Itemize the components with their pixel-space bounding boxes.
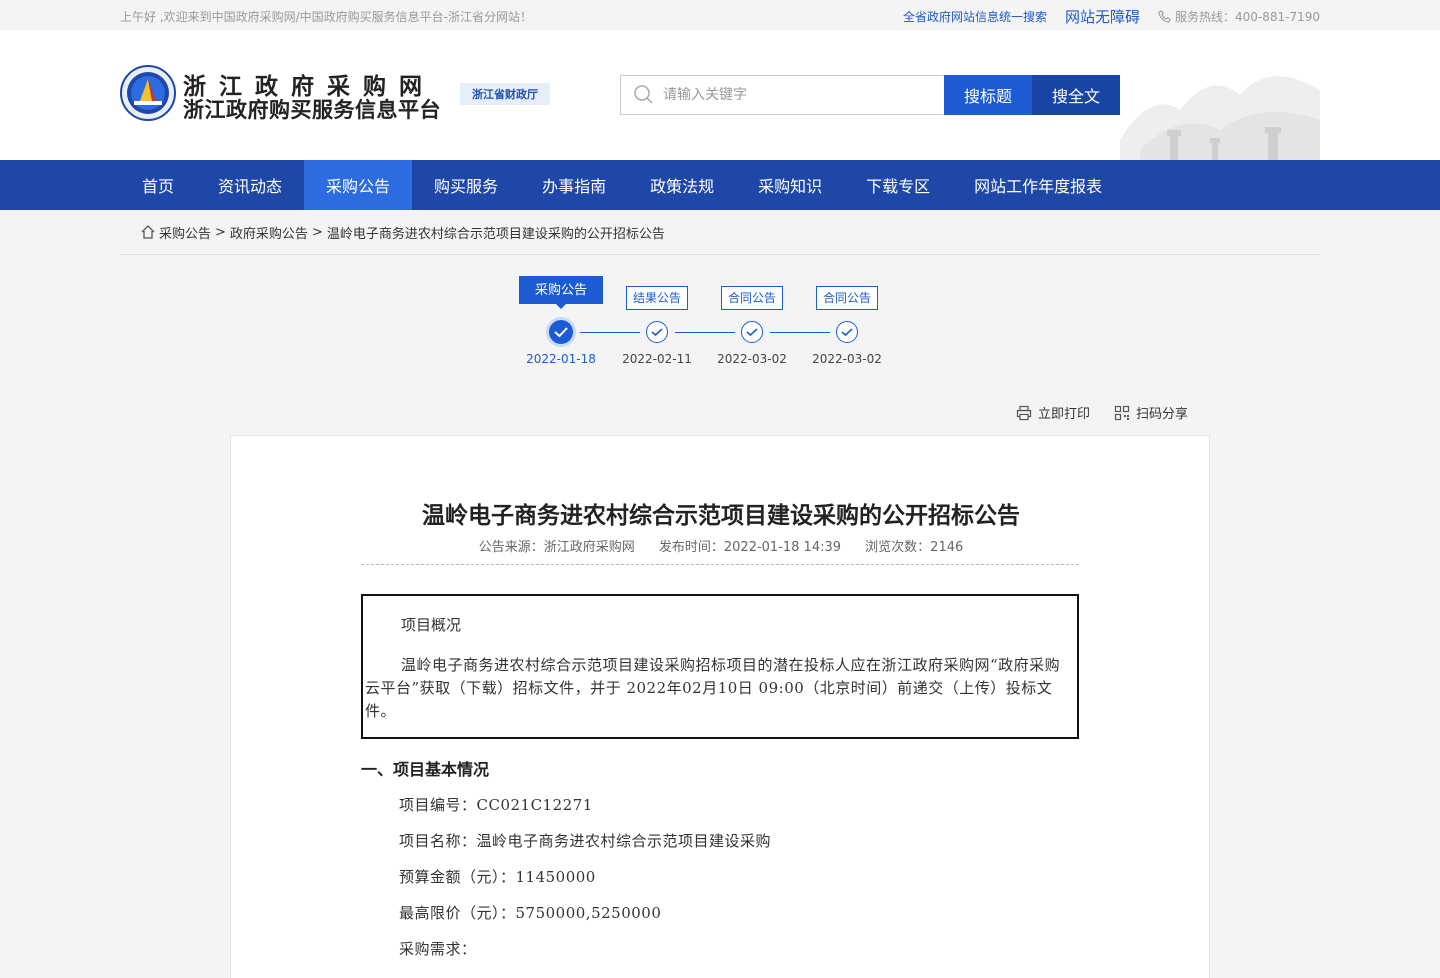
- check-circle-icon: [546, 317, 576, 347]
- nav-item-policy[interactable]: 政策法规: [628, 160, 736, 210]
- top-bar: 上午好 ,欢迎来到中国政府采购网/中国政府购买服务信息平台-浙江省分网站！ 全省…: [0, 0, 1440, 30]
- site-subtitle: 浙江政府购买服务信息平台: [183, 98, 441, 122]
- breadcrumb-item-gov-procurement[interactable]: 政府采购公告: [230, 223, 308, 242]
- article-title: 温岭电子商务进农村综合示范项目建设采购的公开招标公告: [422, 503, 1020, 529]
- timeline-connector: [675, 332, 735, 333]
- article-meta: 公告来源：浙江政府采购网 发布时间：2022-01-18 14:39 浏览次数：…: [231, 536, 1211, 555]
- nav-item-guide[interactable]: 办事指南: [520, 160, 628, 210]
- phone-icon: [1158, 10, 1171, 23]
- welcome-text: 上午好 ,欢迎来到中国政府采购网/中国政府购买服务信息平台-浙江省分网站！: [120, 10, 533, 24]
- emblem-logo-icon[interactable]: [120, 65, 176, 121]
- section-heading: 一、项目基本情况: [361, 760, 490, 779]
- timeline-step[interactable]: 结果公告 2022-02-11: [612, 286, 702, 366]
- home-icon[interactable]: [140, 224, 156, 240]
- timeline-step-date: 2022-03-02: [812, 352, 882, 366]
- timeline-step-date: 2022-03-02: [717, 352, 787, 366]
- timeline-step[interactable]: 合同公告 2022-03-02: [707, 286, 797, 366]
- timeline-step[interactable]: 合同公告 2022-03-02: [802, 286, 892, 366]
- article-actions: 立即打印 扫码分享: [1016, 403, 1188, 422]
- print-label: 立即打印: [1038, 407, 1091, 422]
- procurement-demand: 采购需求：: [399, 940, 477, 958]
- max-price: 最高限价（元）：5750000,5250000: [399, 904, 662, 922]
- nav-item-annual-report[interactable]: 网站工作年度报表: [952, 160, 1124, 210]
- timeline-step-date: 2022-02-11: [622, 352, 692, 366]
- site-header: 浙江政府采购网 浙江政府购买服务信息平台 浙江省财政厅 搜标题 搜全文: [0, 30, 1440, 160]
- timeline-step-label[interactable]: 合同公告: [720, 286, 783, 310]
- timeline-step-label[interactable]: 合同公告: [815, 286, 878, 310]
- breadcrumb-separator: >: [311, 224, 323, 240]
- breadcrumb: 采购公告 > 政府采购公告 > 温岭电子商务进农村综合示范项目建设采购的公开招标…: [120, 210, 1320, 255]
- hotline-text: 服务热线：400-881-7190: [1174, 10, 1320, 24]
- timeline-step[interactable]: 采购公告 2022-01-18: [516, 276, 606, 366]
- nav-item-home[interactable]: 首页: [120, 160, 196, 210]
- divider: [361, 564, 1079, 565]
- print-button[interactable]: 立即打印: [1016, 403, 1090, 422]
- search-input[interactable]: [663, 87, 923, 103]
- check-circle-icon: [836, 321, 858, 343]
- nav-item-knowledge[interactable]: 采购知识: [736, 160, 844, 210]
- unified-search-link[interactable]: 全省政府网站信息统一搜索: [903, 8, 1047, 25]
- overview-heading: 项目概况: [401, 616, 462, 634]
- search-box: [620, 75, 944, 115]
- scenery-decoration: [1120, 76, 1320, 160]
- notice-timeline: 采购公告 2022-01-18 结果公告 2022-02-11 合同公告 202…: [500, 276, 900, 376]
- article-views: 浏览次数：2146: [865, 540, 964, 555]
- check-circle-icon: [646, 321, 668, 343]
- timeline-step-label[interactable]: 采购公告: [518, 276, 603, 309]
- breadcrumb-current: 温岭电子商务进农村综合示范项目建设采购的公开招标公告: [326, 226, 665, 242]
- nav-item-services[interactable]: 购买服务: [412, 160, 520, 210]
- article-panel: 温岭电子商务进农村综合示范项目建设采购的公开招标公告 公告来源：浙江政府采购网 …: [230, 435, 1210, 978]
- timeline-step-date: 2022-01-18: [526, 352, 596, 366]
- overview-body: 温岭电子商务进农村综合示范项目建设采购招标项目的潜在投标人应在浙江政府采购网“政…: [365, 656, 1061, 720]
- check-circle-icon: [741, 321, 763, 343]
- article-publish-time: 发布时间：2022-01-18 14:39: [658, 540, 842, 555]
- article-source: 公告来源：浙江政府采购网: [478, 540, 635, 555]
- project-number: 项目编号：CC021C12271: [399, 796, 593, 814]
- share-button[interactable]: 扫码分享: [1114, 403, 1188, 422]
- search-icon: [634, 85, 653, 104]
- breadcrumb-separator: >: [215, 224, 226, 240]
- budget-amount: 预算金额（元）：11450000: [399, 868, 596, 886]
- timeline-connector: [770, 332, 830, 333]
- main-nav: 首页 资讯动态 采购公告 购买服务 办事指南 政策法规 采购知识 下载专区 网站…: [0, 160, 1440, 210]
- qr-code-icon: [1114, 405, 1130, 420]
- nav-item-news[interactable]: 资讯动态: [196, 160, 304, 210]
- timeline-connector: [580, 332, 640, 333]
- search-fulltext-button[interactable]: 搜全文: [1032, 75, 1120, 115]
- dept-badge: 浙江省财政厅: [460, 83, 550, 105]
- timeline-step-label[interactable]: 结果公告: [625, 286, 688, 310]
- hotline: 服务热线：400-881-7190: [1158, 8, 1320, 25]
- share-label: 扫码分享: [1136, 407, 1189, 422]
- accessibility-link[interactable]: 网站无障碍: [1065, 6, 1140, 27]
- project-name: 项目名称：温岭电子商务进农村综合示范项目建设采购: [399, 832, 772, 850]
- search-title-button[interactable]: 搜标题: [944, 75, 1032, 115]
- nav-item-download[interactable]: 下载专区: [844, 160, 952, 210]
- breadcrumb-item-procurement[interactable]: 采购公告: [159, 223, 211, 242]
- nav-item-procurement[interactable]: 采购公告: [304, 160, 413, 210]
- project-overview-box: 项目概况 温岭电子商务进农村综合示范项目建设采购招标项目的潜在投标人应在浙江政府…: [361, 594, 1079, 739]
- printer-icon: [1016, 405, 1032, 420]
